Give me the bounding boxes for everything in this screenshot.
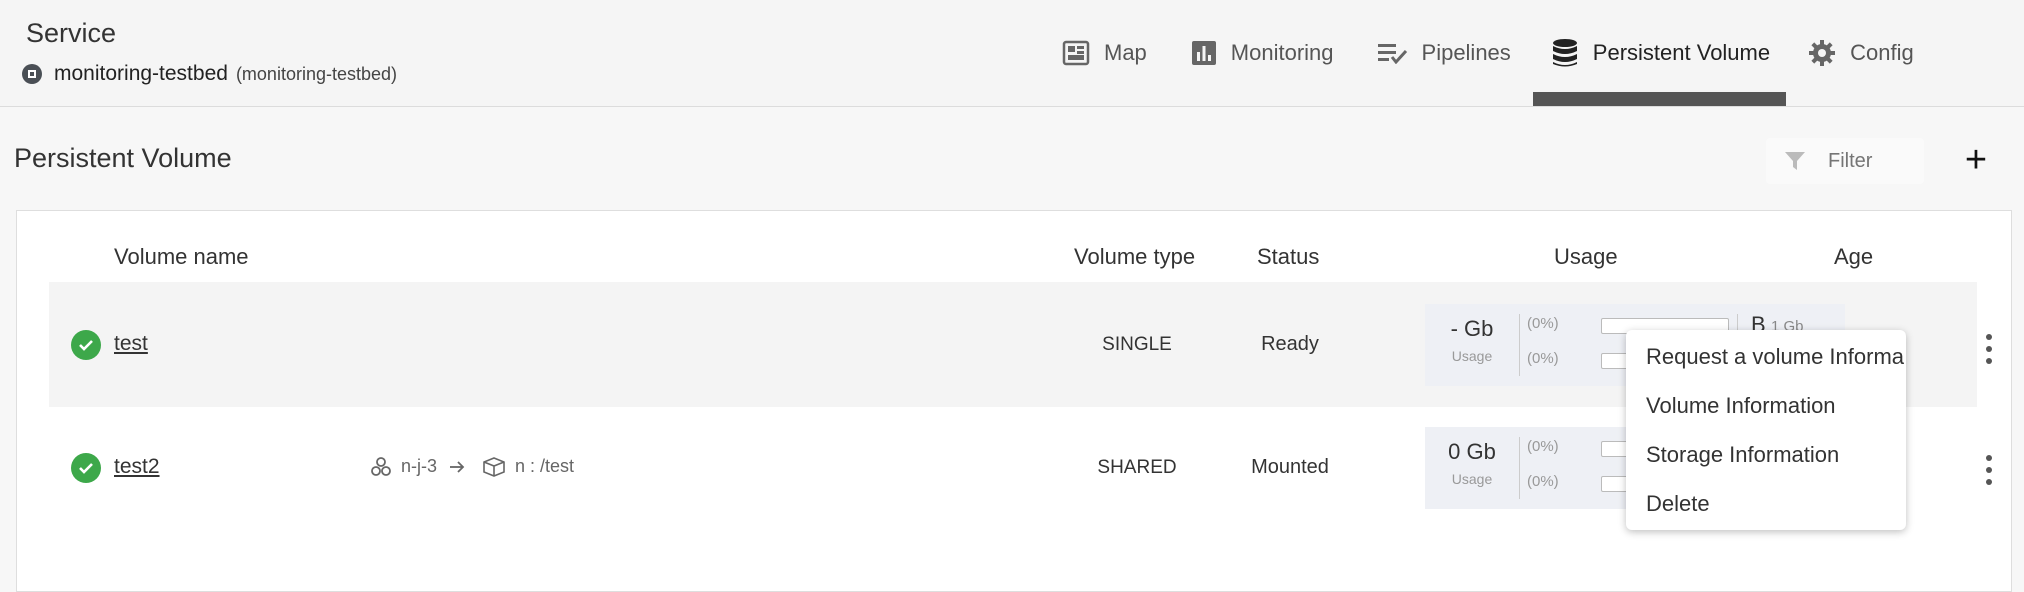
tab-label: Map <box>1104 40 1147 65</box>
usage-percent: (0%) <box>1527 350 1559 367</box>
check-circle-icon <box>71 453 101 483</box>
arrow-right-icon <box>449 460 465 474</box>
usage-divider <box>1519 314 1520 376</box>
service-namespace: (monitoring-testbed) <box>235 63 398 84</box>
nodes-icon <box>371 456 391 477</box>
usage-percent: (0%) <box>1527 473 1559 490</box>
row-context-menu: Request a volume Informa Volume Informat… <box>1626 330 1906 530</box>
menu-item-delete[interactable]: Delete <box>1646 491 1710 517</box>
database-icon <box>1551 38 1579 68</box>
service-info: monitoring-testbed (monitoring-testbed) <box>22 62 397 86</box>
page-title: Persistent Volume <box>14 143 232 173</box>
column-header-status[interactable]: Status <box>1257 244 1319 270</box>
column-header-usage[interactable]: Usage <box>1554 244 1618 270</box>
more-options-icon[interactable] <box>1983 334 1995 364</box>
check-circle-icon <box>71 330 101 360</box>
tab-label: Config <box>1850 40 1914 65</box>
tab-bar: Map Monitoring Pipelines Persistent Volu… <box>1040 0 1936 106</box>
service-title: Service <box>26 18 117 48</box>
service-badge-icon <box>22 64 42 84</box>
column-header-volume-name[interactable]: Volume name <box>114 244 249 270</box>
usage-value: 0 Gb <box>1448 439 1496 464</box>
tab-config[interactable]: Config <box>1786 0 1936 106</box>
bar-chart-icon <box>1191 40 1217 66</box>
volume-name-link[interactable]: test <box>114 332 148 356</box>
volume-name-link[interactable]: test2 <box>114 455 160 479</box>
tab-monitoring[interactable]: Monitoring <box>1169 0 1356 106</box>
top-header: Service monitoring-testbed (monitoring-t… <box>0 0 2024 107</box>
mount-target: n : /test <box>515 456 575 476</box>
usage-percent: (0%) <box>1527 438 1559 455</box>
volume-type: SINGLE <box>1102 334 1172 355</box>
tab-pipelines[interactable]: Pipelines <box>1356 0 1533 106</box>
tab-label: Monitoring <box>1230 40 1334 65</box>
menu-item-request-volume-information[interactable]: Request a volume Informa <box>1646 344 1904 370</box>
filter-input[interactable] <box>1826 148 1920 174</box>
filter-icon <box>1784 150 1806 172</box>
service-name: monitoring-testbed <box>54 62 228 85</box>
menu-item-storage-information[interactable]: Storage Information <box>1646 442 1839 468</box>
filter-box[interactable] <box>1766 138 1924 184</box>
volume-type: SHARED <box>1097 457 1177 478</box>
usage-label: Usage <box>1451 471 1493 487</box>
volume-status: Ready <box>1261 333 1319 355</box>
usage-percent: (0%) <box>1527 315 1559 332</box>
volume-status: Mounted <box>1251 456 1329 478</box>
mount-source: n-j-3 <box>401 456 438 476</box>
column-header-volume-type[interactable]: Volume type <box>1074 244 1195 270</box>
active-tab-indicator <box>1532 92 1787 106</box>
mount-path: n-j-3 n : /test <box>371 456 574 477</box>
usage-divider <box>1519 437 1520 499</box>
more-options-icon[interactable] <box>1983 455 1995 485</box>
usage-value: - Gb <box>1450 316 1494 341</box>
tab-map[interactable]: Map <box>1040 0 1169 106</box>
column-header-age[interactable]: Age <box>1834 244 1873 270</box>
map-icon <box>1062 40 1090 66</box>
tab-persistent-volume[interactable]: Persistent Volume <box>1532 0 1787 106</box>
tab-label: Persistent Volume <box>1592 40 1771 65</box>
usage-label: Usage <box>1451 348 1493 364</box>
cube-icon <box>483 456 505 477</box>
tab-label: Pipelines <box>1421 40 1511 65</box>
add-volume-button[interactable]: + <box>1956 140 1996 180</box>
pipeline-list-icon <box>1377 42 1408 64</box>
menu-item-volume-information[interactable]: Volume Information <box>1646 393 1836 419</box>
gear-icon <box>1808 39 1836 67</box>
